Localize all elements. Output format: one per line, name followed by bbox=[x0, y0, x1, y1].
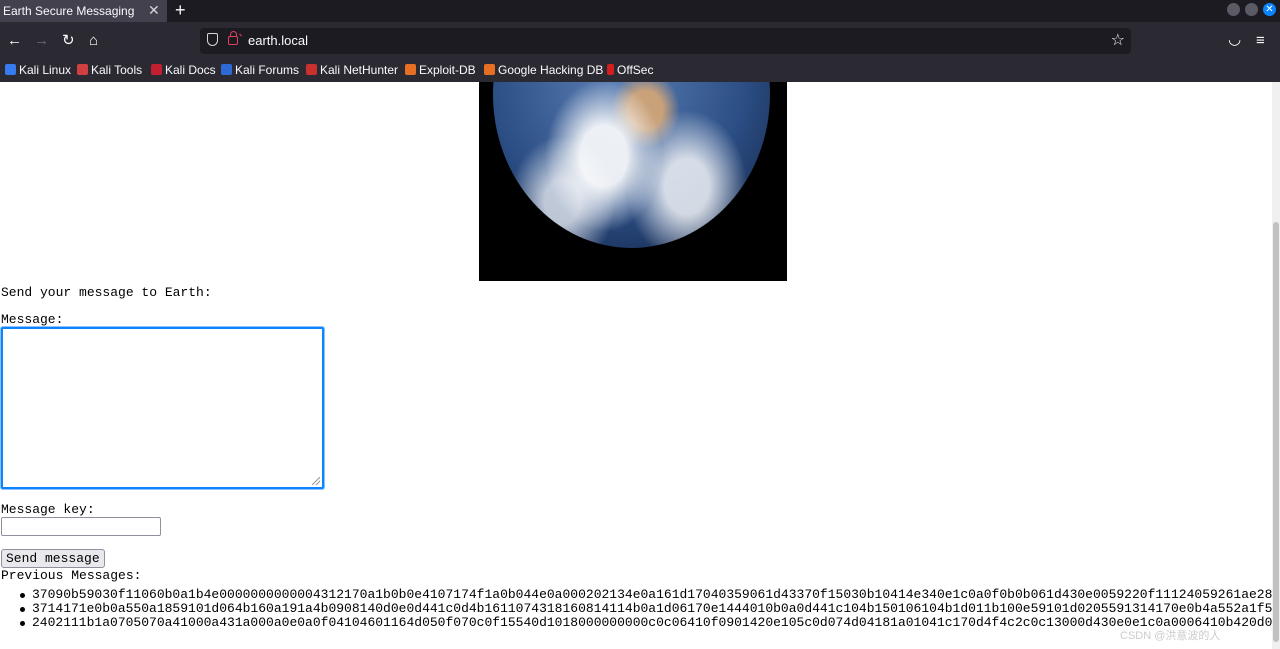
kali-forums-icon bbox=[221, 64, 232, 75]
earth-globe bbox=[493, 82, 770, 248]
tab-title: Earth Secure Messaging bbox=[3, 4, 135, 18]
tab-close-icon[interactable]: ✕ bbox=[148, 2, 160, 19]
watermark: CSDN @洪意波的人 bbox=[1120, 630, 1221, 642]
bookmark-offsec[interactable]: OffSec bbox=[607, 63, 653, 77]
previous-message-item: 37090b59030f11060b0a1b4e0000000000004312… bbox=[0, 588, 1272, 602]
bookmark-kali-nethunter[interactable]: Kali NetHunter bbox=[306, 63, 398, 77]
offsec-icon bbox=[607, 64, 614, 75]
bookmark-kali-docs[interactable]: Kali Docs bbox=[151, 63, 216, 77]
send-message-button[interactable]: Send message bbox=[1, 549, 105, 568]
reload-icon[interactable]: ↻ bbox=[62, 32, 75, 50]
bookmarks-toolbar: Kali Linux Kali Tools Kali Docs Kali For… bbox=[0, 60, 1280, 83]
kali-docs-icon bbox=[151, 64, 162, 75]
earth-image bbox=[479, 82, 787, 281]
maximize-icon[interactable] bbox=[1245, 3, 1258, 16]
message-textarea[interactable] bbox=[1, 327, 324, 489]
window-close-icon[interactable]: ✕ bbox=[1263, 3, 1276, 16]
previous-messages-label: Previous Messages: bbox=[1, 568, 142, 583]
bookmark-star-icon[interactable]: ☆ bbox=[1111, 30, 1125, 50]
previous-message-item: 3714171e0b0a550a1859101d064b160a191a4b09… bbox=[0, 602, 1272, 616]
navigation-toolbar: ← → ↻ ⌂ earth.local ☆ ◡ ≡ bbox=[0, 22, 1280, 60]
bookmark-kali-forums[interactable]: Kali Forums bbox=[221, 63, 299, 77]
menu-icon[interactable]: ≡ bbox=[1256, 32, 1265, 50]
url-bar[interactable]: earth.local ☆ bbox=[200, 28, 1131, 54]
resize-grip-icon[interactable] bbox=[312, 477, 320, 485]
page-content: Send your message to Earth: Message: Mes… bbox=[0, 82, 1272, 649]
pocket-icon[interactable]: ◡ bbox=[1228, 31, 1241, 49]
scrollbar-thumb[interactable] bbox=[1273, 222, 1279, 642]
message-label: Message: bbox=[1, 312, 64, 327]
home-icon[interactable]: ⌂ bbox=[89, 32, 98, 50]
minimize-icon[interactable] bbox=[1227, 3, 1240, 16]
bookmark-kali-linux[interactable]: Kali Linux bbox=[5, 63, 71, 77]
url-text[interactable]: earth.local bbox=[248, 33, 308, 48]
exploit-db-icon bbox=[405, 64, 416, 75]
send-message-heading: Send your message to Earth: bbox=[1, 285, 212, 300]
kali-tools-icon bbox=[77, 64, 88, 75]
bookmark-google-hacking-db[interactable]: Google Hacking DB bbox=[484, 63, 603, 77]
kali-icon bbox=[5, 64, 16, 75]
message-key-input[interactable] bbox=[1, 517, 161, 536]
title-bar: Earth Secure Messaging ✕ + ✕ bbox=[0, 0, 1280, 22]
back-icon[interactable]: ← bbox=[7, 32, 22, 50]
nethunter-icon bbox=[306, 64, 317, 75]
bookmark-exploit-db[interactable]: Exploit-DB bbox=[405, 63, 476, 77]
ghdb-icon bbox=[484, 64, 495, 75]
page-scrollbar[interactable] bbox=[1272, 82, 1280, 649]
shield-icon[interactable] bbox=[207, 33, 218, 46]
previous-message-item: 2402111b1a0705070a41000a431a000a0e0a0f04… bbox=[0, 616, 1272, 630]
insecure-lock-icon[interactable] bbox=[228, 31, 238, 45]
new-tab-icon[interactable]: + bbox=[175, 0, 186, 20]
previous-messages-list: 37090b59030f11060b0a1b4e0000000000004312… bbox=[0, 588, 1272, 630]
tab-earth-secure-messaging[interactable]: Earth Secure Messaging ✕ bbox=[0, 0, 167, 22]
bookmark-kali-tools[interactable]: Kali Tools bbox=[77, 63, 142, 77]
forward-icon[interactable]: → bbox=[34, 32, 49, 50]
message-key-label: Message key: bbox=[1, 502, 95, 517]
